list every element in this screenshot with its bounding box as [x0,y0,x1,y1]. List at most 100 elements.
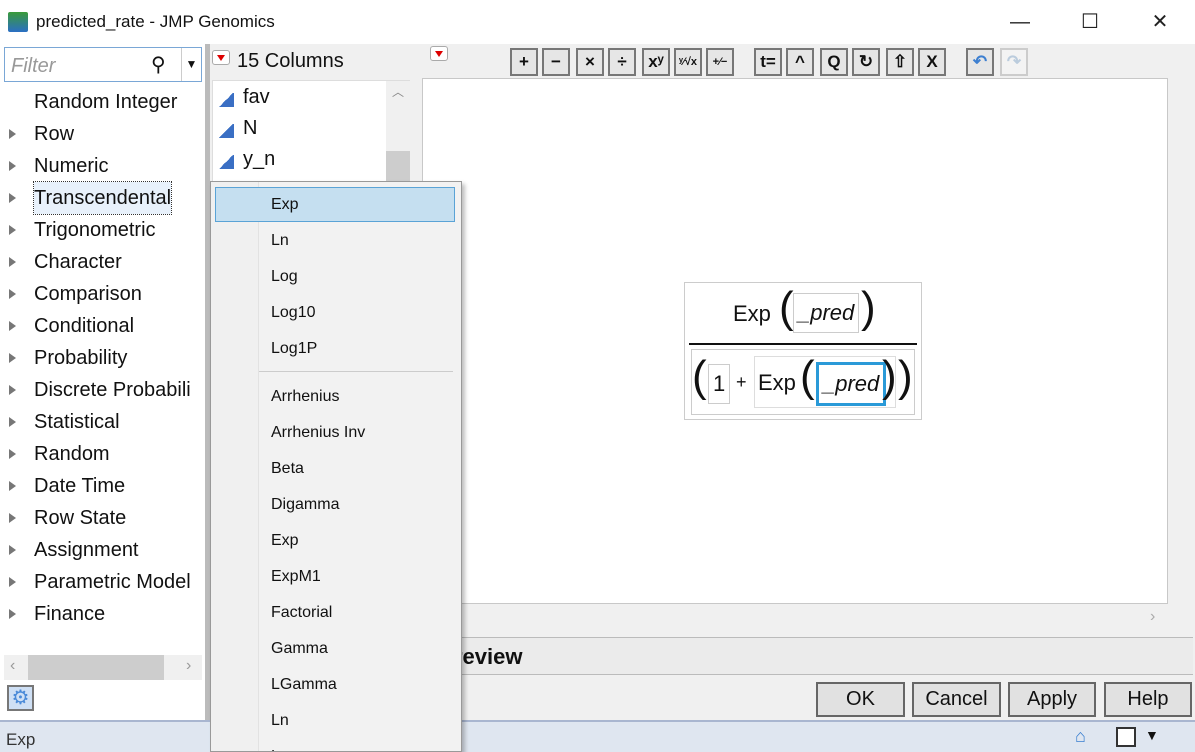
help-button[interactable]: Help [1104,682,1192,717]
category-item[interactable]: Character [0,246,205,278]
category-label: Discrete Probabili [34,379,191,401]
expand-arrow-icon[interactable] [9,353,16,363]
denominator-function[interactable]: Exp [758,370,796,396]
category-item[interactable]: Trigonometric [0,214,205,246]
expand-arrow-icon[interactable] [9,577,16,587]
denominator-argument[interactable]: _pred [816,362,887,406]
category-item[interactable]: Row State [0,502,205,534]
category-item[interactable]: Numeric [0,150,205,182]
toolbar-button[interactable]: − [542,48,570,76]
menu-item[interactable]: Ln [271,703,289,739]
redo-button[interactable]: ↷ [1000,48,1028,76]
expand-arrow-icon[interactable] [9,417,16,427]
menu-item[interactable]: Ln [271,223,289,259]
numerator-argument[interactable]: _pred [793,293,860,333]
scroll-right-icon[interactable]: › [186,657,191,675]
category-item[interactable]: Row [0,118,205,150]
menu-item[interactable]: Exp [271,187,299,223]
expand-arrow-icon[interactable] [9,321,16,331]
expand-arrow-icon[interactable] [9,193,16,203]
columns-menu-button[interactable] [212,50,230,65]
horizontal-scrollbar[interactable]: ‹ › [4,655,202,680]
formula-menu-button[interactable] [430,46,448,61]
undo-button[interactable]: ↶ [966,48,994,76]
maximize-button[interactable]: ☐ [1070,8,1110,36]
menu-item[interactable]: Exp [271,523,299,559]
search-icon[interactable]: ⚲ [151,52,166,77]
numerator-function[interactable]: Exp [733,301,771,327]
category-item[interactable]: Assignment [0,534,205,566]
gear-icon[interactable]: ⚙ [7,685,34,711]
menu-item[interactable]: Beta [271,451,304,487]
expand-arrow-icon[interactable] [9,289,16,299]
chevron-down-icon[interactable]: ▼ [181,48,201,81]
formula-expression[interactable]: Exp ( _pred ) ( 1 + Exp ( _pred ) ) [684,282,922,420]
menu-item[interactable]: Log [271,259,298,295]
menu-item[interactable]: LGamma [271,667,337,703]
category-item[interactable]: Random Integer [0,86,205,118]
category-item[interactable]: Random [0,438,205,470]
constant-one[interactable]: 1 [708,364,731,404]
category-item[interactable]: Parametric Model [0,566,205,598]
preview-section[interactable]: review [420,637,1193,675]
category-item[interactable]: Comparison [0,278,205,310]
expand-arrow-icon[interactable] [9,481,16,491]
category-item[interactable]: Probability [0,342,205,374]
toolbar-button[interactable]: xʸ [642,48,670,76]
expand-arrow-icon[interactable] [9,257,16,267]
expand-arrow-icon[interactable] [9,385,16,395]
toolbar-button[interactable]: ^ [786,48,814,76]
category-item[interactable]: Conditional [0,310,205,342]
cancel-button[interactable]: Cancel [912,682,1001,717]
expand-arrow-icon[interactable] [9,225,16,235]
menu-item[interactable]: Log10 [271,295,316,331]
toolbar-button[interactable]: X [918,48,946,76]
ok-button[interactable]: OK [816,682,905,717]
menu-item[interactable]: Digamma [271,487,339,523]
vertical-scrollbar[interactable]: ︿ [386,81,410,181]
toolbar-button[interactable]: ⇧ [886,48,914,76]
apply-button[interactable]: Apply [1008,682,1096,717]
category-item[interactable]: Finance [0,598,205,630]
expand-arrow-icon[interactable] [9,129,16,139]
checkbox-icon[interactable] [1116,727,1136,747]
toolbar-button[interactable]: + [510,48,538,76]
menu-item[interactable]: Arrhenius [271,379,339,415]
expand-arrow-icon[interactable] [9,449,16,459]
title-bar: predicted_rate - JMP Genomics — ☐ ✕ [0,0,1195,44]
status-bar: Exp ⌂ ▼ [0,720,1195,752]
expand-arrow-icon[interactable] [9,513,16,523]
toolbar-button[interactable]: Q [820,48,848,76]
minimize-button[interactable]: — [1000,8,1040,36]
expand-arrow-icon[interactable] [9,545,16,555]
expand-arrow-icon[interactable] [9,609,16,619]
category-item[interactable]: Transcendental [0,181,205,215]
category-item[interactable]: Discrete Probabili [0,374,205,406]
menu-item[interactable]: Factorial [271,595,332,631]
toolbar-button[interactable]: ↻ [852,48,880,76]
menu-item[interactable]: Gamma [271,631,328,667]
toolbar-button[interactable]: ʸ⁄√x [674,48,702,76]
column-item[interactable]: fav [243,86,270,109]
toolbar-button[interactable]: ÷ [608,48,636,76]
menu-item[interactable]: L [271,739,280,751]
close-button[interactable]: ✕ [1140,8,1180,36]
menu-item[interactable]: Arrhenius Inv [271,415,365,451]
chevron-down-icon[interactable]: ▼ [1145,727,1159,743]
category-item[interactable]: Date Time [0,470,205,502]
scroll-thumb[interactable] [28,655,164,680]
category-label: Character [34,251,122,273]
menu-item[interactable]: ExpM1 [271,559,321,595]
toolbar-button[interactable]: +⁄− [706,48,734,76]
menu-item[interactable]: Log1P [271,331,317,367]
scroll-right-icon[interactable]: › [1150,608,1155,626]
expand-arrow-icon[interactable] [9,161,16,171]
toolbar-button[interactable]: t= [754,48,782,76]
home-icon[interactable]: ⌂ [1075,726,1086,747]
category-item[interactable]: Statistical [0,406,205,438]
column-item[interactable]: N [243,117,257,140]
column-item[interactable]: y_n [243,148,275,171]
toolbar-button[interactable]: × [576,48,604,76]
filter-input[interactable]: Filter ⚲ ▼ [4,47,202,82]
scroll-left-icon[interactable]: ‹ [10,657,15,675]
